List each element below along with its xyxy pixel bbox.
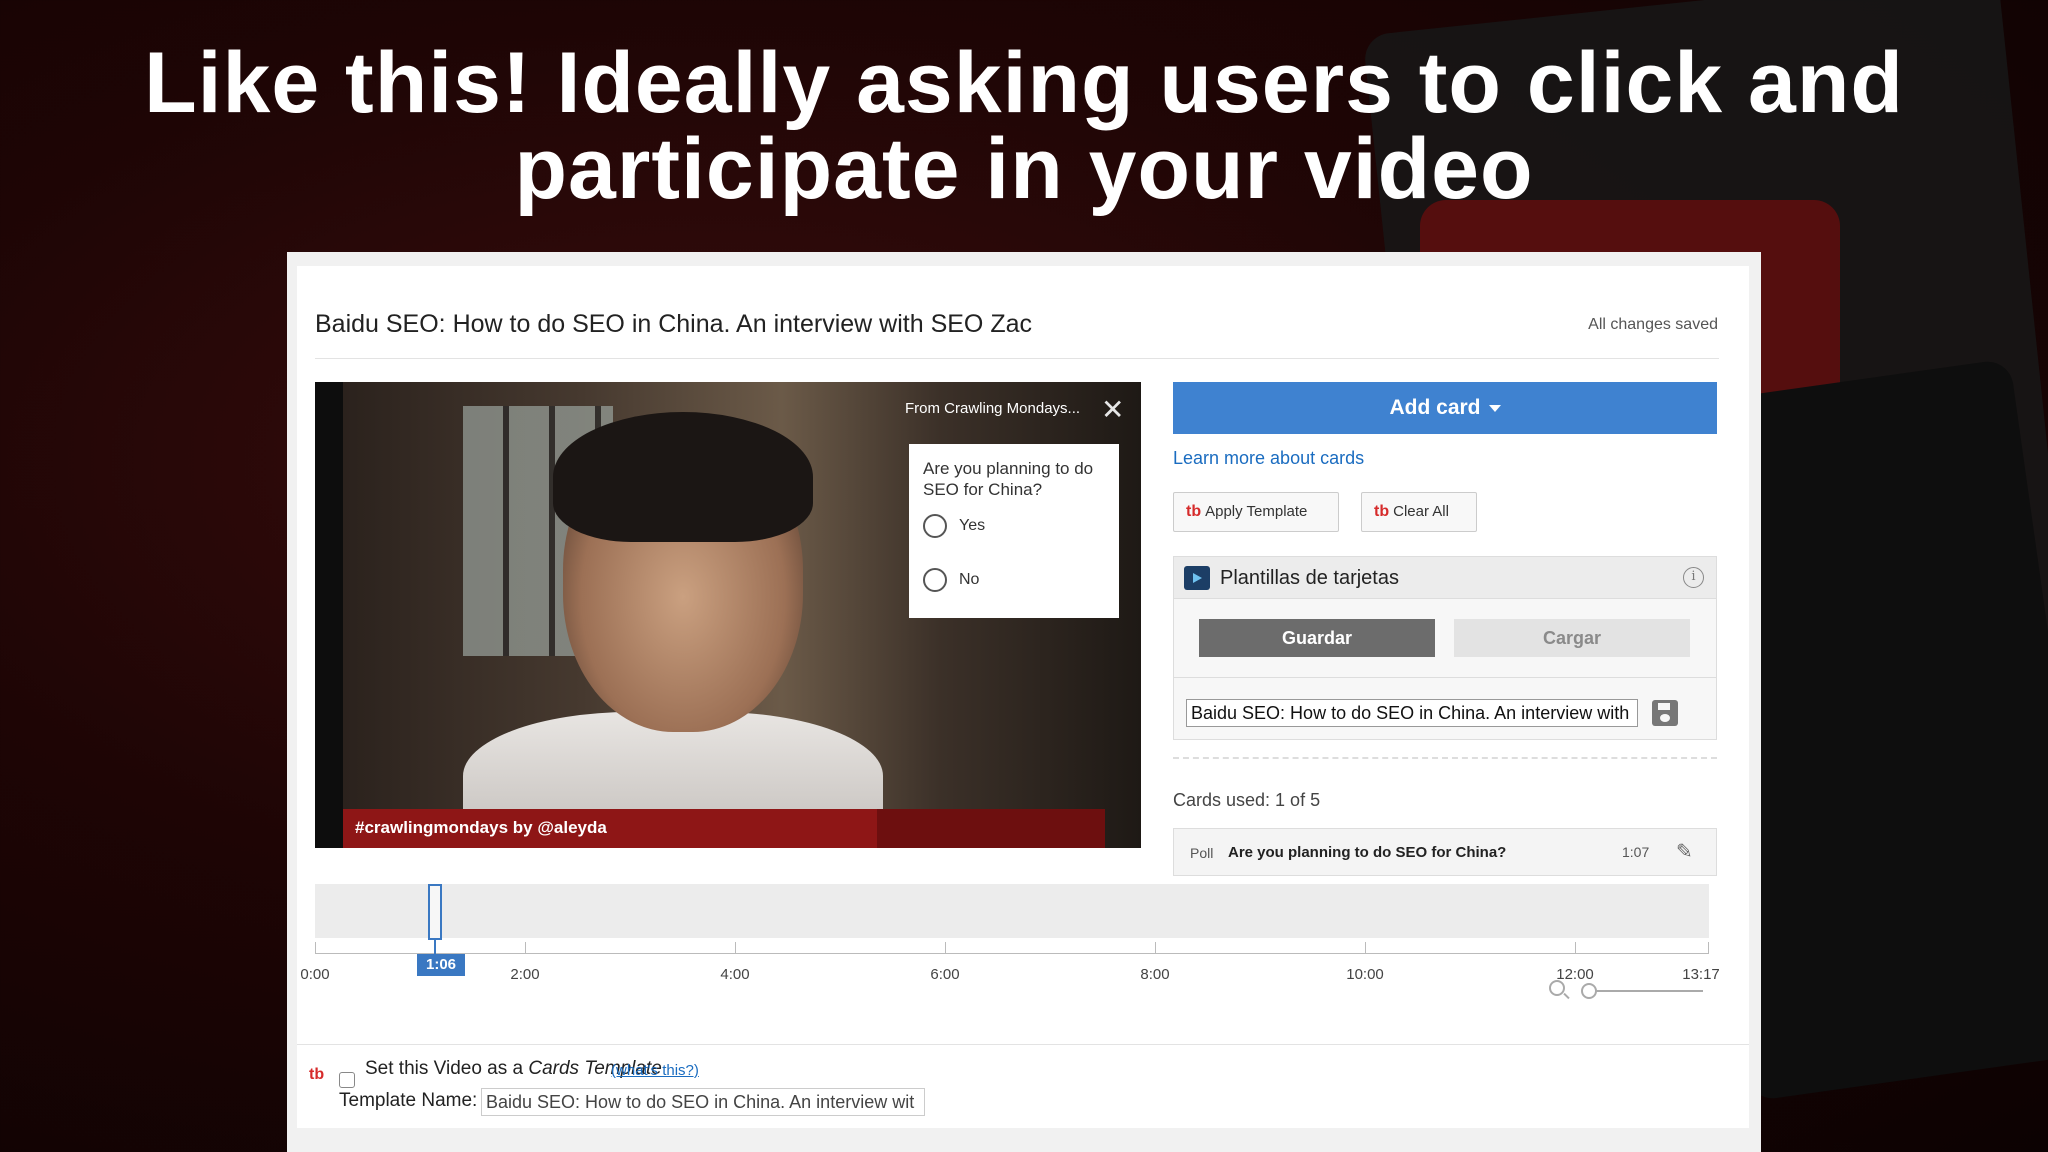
zoom-slider-track[interactable] [1587, 990, 1703, 992]
close-icon[interactable]: ✕ [1101, 396, 1124, 424]
poll-option-label: Yes [959, 517, 986, 535]
video-player[interactable]: #crawlingmondays by @aleyda From Crawlin… [315, 382, 1141, 848]
edit-pencil-icon[interactable]: ✎ [1676, 839, 1693, 864]
info-icon[interactable]: i [1683, 567, 1704, 588]
slide-headline: Like this! Ideally asking users to click… [0, 40, 2048, 212]
timeline-tick [1155, 942, 1156, 954]
timeline-track[interactable] [315, 884, 1709, 938]
extension-logo-icon [1184, 566, 1210, 590]
timeline-label: 0:00 [300, 966, 330, 983]
timeline-label: 4:00 [720, 966, 750, 983]
apply-template-button[interactable]: tb Apply Template [1173, 492, 1339, 532]
card-list-item[interactable]: Poll Are you planning to do SEO for Chin… [1173, 828, 1717, 876]
card-teaser[interactable]: From Crawling Mondays... [905, 400, 1080, 417]
zoom-icon [1549, 980, 1565, 996]
current-time-badge: 1:06 [417, 954, 465, 976]
timeline-tick [1708, 942, 1709, 954]
card-templates-header: Plantillas de tarjetas i [1174, 557, 1716, 599]
clear-all-label: Clear All [1393, 503, 1449, 520]
tubebuddy-logo-icon: tb [1186, 503, 1202, 520]
card-title: Are you planning to do SEO for China? [1228, 844, 1507, 861]
save-icon[interactable] [1652, 700, 1678, 726]
caret-down-icon [1488, 404, 1501, 412]
template-name-label: Template Name: [339, 1090, 478, 1111]
card-templates-title: Plantillas de tarjetas [1220, 567, 1399, 589]
radio-icon[interactable] [923, 514, 947, 538]
timeline-label: 13:17 [1682, 966, 1720, 983]
poll-question: Are you planning to do SEO for China? [923, 459, 1094, 499]
lower-third-accent [877, 809, 1105, 848]
timeline-label: 12:00 [1556, 966, 1594, 983]
headline-line-2: participate in your video [514, 121, 1534, 217]
card-templates-box: Plantillas de tarjetas i Guardar Cargar … [1173, 556, 1717, 740]
title-divider [315, 358, 1719, 359]
lower-third-text: #crawlingmondays by @aleyda [355, 818, 607, 837]
poll-card: Are you planning to do SEO for China? Ye… [909, 444, 1119, 618]
timeline-tick [315, 942, 316, 954]
template-name-field[interactable]: Baidu SEO: How to do SEO in China. An in… [481, 1088, 925, 1116]
screenshot-frame: Baidu SEO: How to do SEO in China. An in… [287, 252, 1761, 1152]
dashed-divider [1173, 757, 1717, 759]
poll-option-yes[interactable]: Yes [923, 514, 985, 538]
learn-more-link[interactable]: Learn more about cards [1173, 448, 1364, 469]
timeline-tick [735, 942, 736, 954]
cargar-button[interactable]: Cargar [1454, 619, 1690, 657]
card-type: Poll [1190, 845, 1214, 861]
tubebuddy-logo-icon: tb [1374, 503, 1390, 520]
timeline-label: 2:00 [510, 966, 540, 983]
timeline-tick [945, 942, 946, 954]
tubebuddy-logo-icon: tb [309, 1066, 325, 1083]
save-status: All changes saved [1588, 316, 1718, 333]
zoom-slider-knob[interactable] [1581, 983, 1597, 999]
add-card-label: Add card [1389, 396, 1481, 419]
poll-option-label: No [959, 571, 980, 589]
card-time: 1:07 [1622, 844, 1650, 860]
radio-icon[interactable] [923, 568, 947, 592]
whats-this-link[interactable]: (what's this?) [611, 1062, 699, 1079]
template-name-input[interactable]: Baidu SEO: How to do SEO in China. An in… [1186, 699, 1638, 727]
timeline-tick [525, 942, 526, 954]
lower-third-banner: #crawlingmondays by @aleyda [343, 809, 1105, 848]
set-template-checkbox[interactable] [339, 1072, 355, 1088]
bottom-divider [297, 1044, 1749, 1045]
cards-editor-panel: Baidu SEO: How to do SEO in China. An in… [297, 266, 1749, 1128]
templates-divider [1174, 677, 1716, 678]
poll-option-no[interactable]: No [923, 568, 979, 592]
timeline-label: 6:00 [930, 966, 960, 983]
video-person-hair [553, 412, 813, 542]
headline-line-1: Like this! Ideally asking users to click… [144, 35, 1904, 131]
guardar-button[interactable]: Guardar [1199, 619, 1435, 657]
timeline-label: 10:00 [1346, 966, 1384, 983]
cards-used-count: Cards used: 1 of 5 [1173, 790, 1321, 810]
timeline-tick [1575, 942, 1576, 954]
timeline-label: 8:00 [1140, 966, 1170, 983]
add-card-button[interactable]: Add card [1173, 382, 1717, 434]
video-title: Baidu SEO: How to do SEO in China. An in… [315, 310, 1032, 338]
set-template-prefix: Set this Video as a [365, 1058, 524, 1079]
clear-all-button[interactable]: tb Clear All [1361, 492, 1477, 532]
card-marker-handle[interactable] [428, 884, 442, 940]
timeline-tick [1365, 942, 1366, 954]
apply-template-label: Apply Template [1205, 503, 1308, 520]
